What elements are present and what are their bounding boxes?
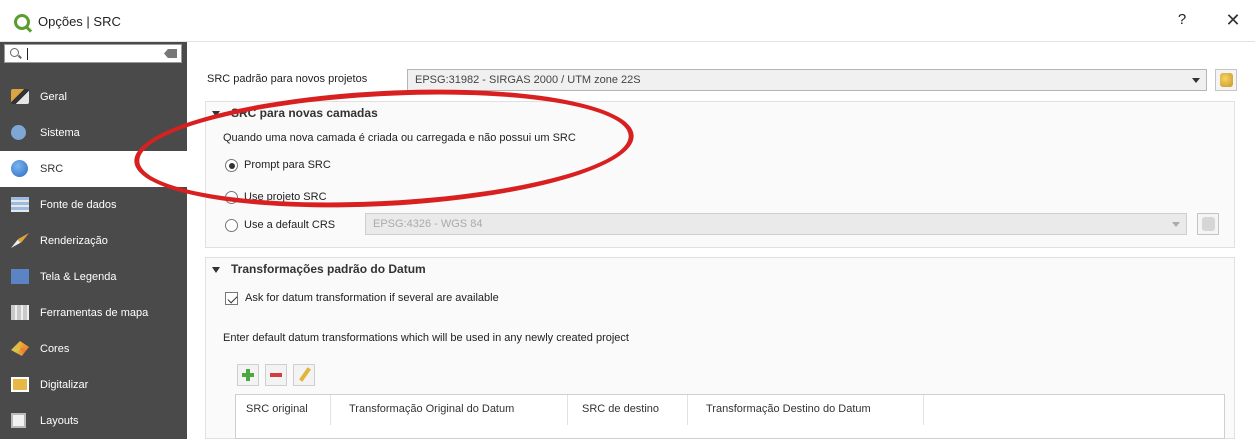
title-bar: Opções | SRC ? ✕ — [0, 0, 1255, 42]
use-project-crs-label: Use projeto SRC — [244, 191, 327, 203]
column-header[interactable]: Transformação Original do Datum — [331, 395, 568, 425]
default-layer-crs-select[interactable]: EPSG:4326 - WGS 84 — [365, 213, 1187, 235]
layouts-icon — [11, 413, 26, 428]
sidebar-item-renderizacao[interactable]: Renderização — [0, 223, 187, 259]
canvas-legend-icon — [11, 269, 29, 284]
data-source-icon — [11, 197, 29, 212]
sidebar-item-fonte-de-dados[interactable]: Fonte de dados — [0, 187, 187, 223]
sidebar-item-digitalizar[interactable]: Digitalizar — [0, 367, 187, 403]
sidebar-item-label: Fonte de dados — [40, 199, 117, 211]
settings-panel: SRC padrão para novos projetos EPSG:3198… — [187, 42, 1255, 439]
sidebar-item-src[interactable]: SRC — [0, 151, 187, 187]
new-layers-crs-title: SRC para novas camadas — [231, 106, 378, 120]
table-header: SRC original Transformação Original do D… — [236, 395, 1224, 425]
select-layer-crs-button[interactable] — [1197, 213, 1219, 235]
sidebar-item-label: Sistema — [40, 127, 80, 139]
text-cursor — [27, 48, 28, 60]
sidebar: Geral Sistema SRC Fonte de dados Renderi… — [0, 42, 187, 439]
default-crs-value: EPSG:31982 - SIRGAS 2000 / UTM zone 22S — [415, 74, 641, 86]
pencil-icon — [299, 367, 311, 382]
prompt-crs-label: Prompt para SRC — [244, 159, 331, 171]
datum-transform-title: Transformações padrão do Datum — [231, 262, 426, 276]
use-default-crs-label: Use a default CRS — [244, 219, 336, 231]
general-icon — [11, 89, 29, 104]
search-input[interactable] — [4, 44, 182, 63]
column-header[interactable]: SRC original — [236, 395, 331, 425]
crs-selector-icon — [1220, 73, 1233, 87]
sidebar-item-label: Geral — [40, 91, 67, 103]
chevron-down-icon — [1172, 222, 1180, 227]
sidebar-item-label: Layouts — [40, 415, 79, 427]
minus-icon — [270, 373, 282, 377]
default-crs-select[interactable]: EPSG:31982 - SIRGAS 2000 / UTM zone 22S — [407, 69, 1207, 91]
sidebar-item-layouts[interactable]: Layouts — [0, 403, 187, 439]
collapse-arrow-icon[interactable] — [212, 111, 220, 117]
sidebar-item-label: Digitalizar — [40, 379, 89, 391]
map-tools-icon — [11, 305, 29, 320]
help-button[interactable]: ? — [1172, 11, 1192, 31]
rendering-icon — [11, 233, 29, 248]
use-default-crs-radio[interactable] — [225, 219, 238, 232]
sidebar-item-geral[interactable]: Geral — [0, 79, 187, 115]
digitizing-icon — [11, 377, 29, 392]
globe-icon — [11, 160, 28, 177]
qgis-logo-icon — [14, 14, 30, 30]
plus-icon — [242, 369, 254, 381]
sidebar-item-label: Ferramentas de mapa — [40, 307, 149, 319]
sidebar-item-cores[interactable]: Cores — [0, 331, 187, 367]
crs-selector-icon — [1202, 217, 1215, 231]
new-layers-description: Quando uma nova camada é criada ou carre… — [223, 132, 576, 144]
column-header[interactable]: Transformação Destino do Datum — [688, 395, 924, 425]
ask-datum-checkbox[interactable] — [225, 292, 238, 305]
chevron-down-icon — [1192, 78, 1200, 83]
sidebar-item-sistema[interactable]: Sistema — [0, 115, 187, 151]
collapse-arrow-icon[interactable] — [212, 267, 220, 273]
datum-transform-table[interactable]: SRC original Transformação Original do D… — [235, 394, 1225, 439]
column-header[interactable]: SRC de destino — [568, 395, 688, 425]
prompt-crs-radio[interactable] — [225, 159, 238, 172]
window-title: Opções | SRC — [38, 14, 121, 29]
select-crs-button[interactable] — [1215, 69, 1237, 91]
clear-search-icon[interactable] — [164, 49, 177, 58]
datum-description: Enter default datum transformations whic… — [223, 332, 629, 344]
default-layer-crs-value: EPSG:4326 - WGS 84 — [373, 218, 483, 230]
sidebar-item-label: SRC — [40, 163, 64, 175]
default-crs-label: SRC padrão para novos projetos — [207, 73, 368, 85]
colors-icon — [11, 341, 29, 356]
search-icon — [10, 48, 19, 57]
close-button[interactable]: ✕ — [1222, 10, 1244, 32]
sidebar-item-ferramentas-de-mapa[interactable]: Ferramentas de mapa — [0, 295, 187, 331]
sidebar-item-tela-legenda[interactable]: Tela & Legenda — [0, 259, 187, 295]
ask-datum-label: Ask for datum transformation if several … — [245, 292, 499, 304]
sidebar-item-label: Tela & Legenda — [40, 271, 117, 283]
use-project-crs-radio[interactable] — [225, 191, 238, 204]
system-icon — [11, 125, 26, 140]
edit-transform-button[interactable] — [293, 364, 315, 386]
sidebar-item-label: Cores — [40, 343, 70, 355]
sidebar-item-label: Renderização — [40, 235, 108, 247]
remove-transform-button[interactable] — [265, 364, 287, 386]
add-transform-button[interactable] — [237, 364, 259, 386]
